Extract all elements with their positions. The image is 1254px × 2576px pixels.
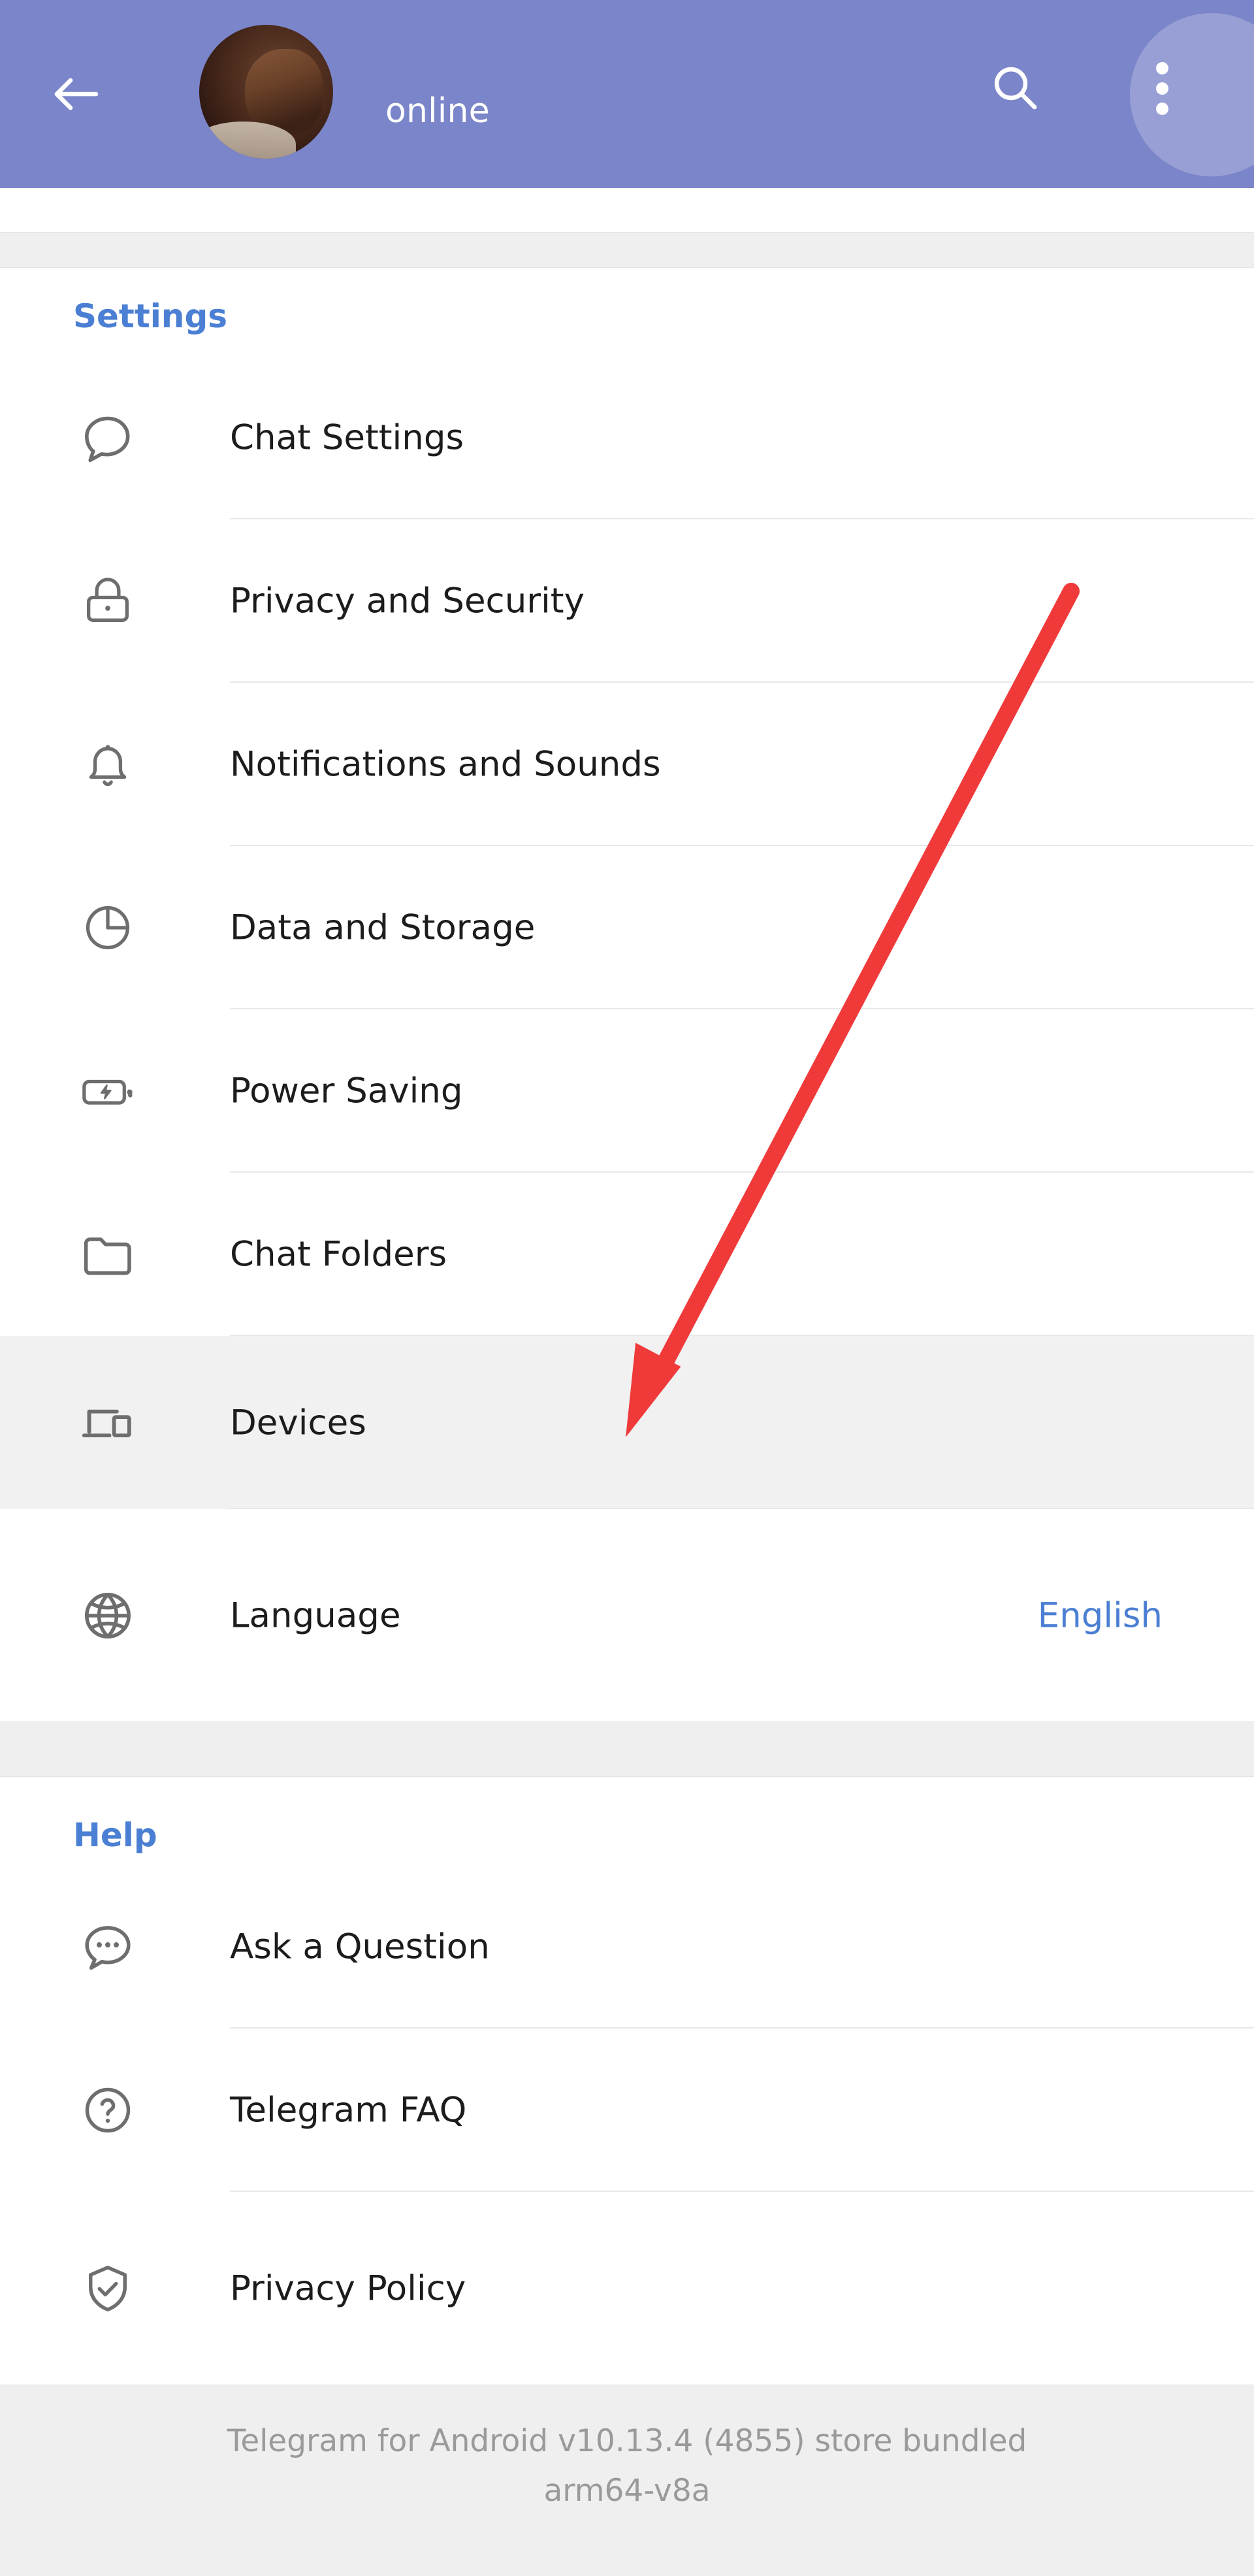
version-line-2: arm64-v8a xyxy=(543,2473,711,2509)
touch-ripple-overlay xyxy=(1130,13,1254,176)
section-gap-top xyxy=(0,232,1254,268)
user-status: online xyxy=(385,91,490,131)
menu-dot xyxy=(1156,103,1168,115)
settings-row-power-saving[interactable]: Power Saving xyxy=(0,1009,1254,1173)
version-footer: Telegram for Android v10.13.4 (4855) sto… xyxy=(0,2385,1254,2576)
help-row-label: Ask a Question xyxy=(230,1927,490,1967)
settings-row-label: Privacy and Security xyxy=(230,581,585,621)
version-line-1: Telegram for Android v10.13.4 (4855) sto… xyxy=(227,2423,1027,2459)
avatar[interactable] xyxy=(199,25,333,159)
profile-sheet-bottom: Bio xyxy=(0,188,1254,385)
section-gap-middle xyxy=(0,1721,1254,1777)
help-section-title: Help xyxy=(73,1816,157,1854)
settings-row-chat-settings[interactable]: Chat Settings xyxy=(0,356,1254,519)
search-icon[interactable] xyxy=(988,60,1042,115)
chat-bubble-icon xyxy=(72,402,144,474)
help-row-label: Telegram FAQ xyxy=(230,2090,467,2130)
menu-dot xyxy=(1156,82,1168,95)
help-row-telegram-faq[interactable]: Telegram FAQ xyxy=(0,2029,1254,2192)
settings-row-label: Language xyxy=(230,1595,401,1635)
bell-icon xyxy=(72,728,144,800)
help-row-ask-a-question[interactable]: Ask a Question xyxy=(0,1865,1254,2029)
battery-bolt-icon xyxy=(72,1055,144,1127)
question-circle-icon xyxy=(72,2074,144,2146)
settings-row-label: Devices xyxy=(230,1403,366,1443)
app-header: online xyxy=(0,0,1254,188)
settings-row-label: Chat Folders xyxy=(230,1234,447,1275)
language-value: English xyxy=(1037,1595,1163,1635)
back-arrow-icon[interactable] xyxy=(51,71,102,118)
settings-row-notifications-and-sounds[interactable]: Notifications and Sounds xyxy=(0,683,1254,846)
settings-row-chat-folders[interactable]: Chat Folders xyxy=(0,1173,1254,1336)
settings-row-devices[interactable]: Devices xyxy=(0,1336,1254,1509)
settings-row-language[interactable]: Language English xyxy=(0,1509,1254,1721)
settings-row-label: Power Saving xyxy=(230,1071,463,1111)
settings-row-label: Chat Settings xyxy=(230,417,464,458)
settings-row-label: Notifications and Sounds xyxy=(230,744,661,785)
help-row-label: Privacy Policy xyxy=(230,2268,466,2308)
menu-dot xyxy=(1156,62,1168,74)
settings-row-label: Data and Storage xyxy=(230,907,536,948)
chat-dots-icon xyxy=(72,1911,144,1983)
lock-icon xyxy=(72,565,144,637)
more-vertical-icon[interactable] xyxy=(1156,62,1172,115)
shield-check-icon xyxy=(72,2253,144,2324)
settings-row-privacy-and-security[interactable]: Privacy and Security xyxy=(0,519,1254,683)
pie-chart-icon xyxy=(72,892,144,964)
help-row-privacy-policy[interactable]: Privacy Policy xyxy=(0,2192,1254,2385)
folder-icon xyxy=(72,1218,144,1290)
globe-icon xyxy=(72,1580,144,1652)
settings-row-data-and-storage[interactable]: Data and Storage xyxy=(0,846,1254,1009)
settings-section-title: Settings xyxy=(73,297,228,335)
devices-icon xyxy=(72,1387,144,1459)
